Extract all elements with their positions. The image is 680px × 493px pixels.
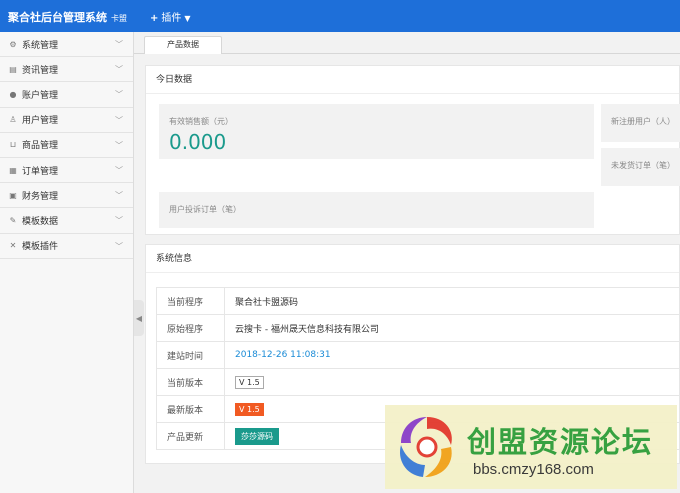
sidebar-item-system[interactable]: ⚙ 系统管理 ﹀ bbox=[0, 32, 133, 58]
sidebar-item-label: 订单管理 bbox=[22, 166, 59, 177]
sidebar-collapse-handle[interactable]: ◀ bbox=[134, 300, 144, 336]
sidebar-item-label: 资讯管理 bbox=[22, 65, 59, 76]
forum-logo-icon bbox=[399, 417, 452, 477]
chevron-down-icon: ﹀ bbox=[115, 140, 123, 150]
stat-label: 有效销售额（元） bbox=[169, 117, 233, 126]
chevron-down-icon: ﹀ bbox=[115, 165, 123, 175]
news-icon: ▤ bbox=[9, 64, 17, 74]
sidebar-item-label: 账户管理 bbox=[22, 90, 59, 101]
sidebar-item-goods[interactable]: ⊔ 商品管理 ﹀ bbox=[0, 133, 133, 158]
sidebar-item-label: 系统管理 bbox=[22, 40, 59, 51]
watermark-banner: 创盟资源论坛 bbs.cmzy168.com bbox=[385, 405, 677, 489]
table-row: 建站时间 2018-12-26 11:08:31 bbox=[156, 341, 680, 369]
stat-unshipped-orders: 未发货订单（笔） bbox=[601, 148, 680, 186]
sidebar-item-finance[interactable]: ▣ 财务管理 ﹀ bbox=[0, 183, 133, 209]
sidebar-item-label: 商品管理 bbox=[22, 141, 59, 152]
row-key: 原始程序 bbox=[156, 314, 225, 342]
sidebar-item-label: 模板插件 bbox=[22, 242, 59, 253]
chevron-down-icon: ﹀ bbox=[115, 216, 123, 226]
sidebar-item-label: 财务管理 bbox=[22, 191, 59, 202]
brand-name: 聚合社后台管理系统 bbox=[8, 11, 107, 24]
chevron-down-icon: ﹀ bbox=[115, 40, 123, 49]
table-row: 当前程序 聚合社卡盟源码 bbox=[156, 287, 680, 315]
latest-version-badge: V 1.5 bbox=[235, 402, 264, 416]
gear-icon: ⚙ bbox=[9, 39, 17, 49]
chevron-down-icon: ﹀ bbox=[115, 90, 123, 100]
chevron-left-icon: ◀ bbox=[135, 313, 143, 323]
panel-title: 今日数据 bbox=[146, 66, 679, 94]
row-value: 云搜卡 - 福州晟天信息科技有限公司 bbox=[224, 314, 680, 342]
user-icon: ● bbox=[9, 89, 17, 99]
stat-value: 0.000 bbox=[169, 130, 227, 154]
chevron-down-icon: ▼ bbox=[184, 14, 191, 23]
clipboard-icon: ▦ bbox=[9, 165, 17, 175]
cart-icon: ⊔ bbox=[9, 140, 17, 150]
sidebar-item-users[interactable]: ♙ 用户管理 ﹀ bbox=[0, 108, 133, 133]
table-row: 原始程序 云搜卡 - 福州晟天信息科技有限公司 bbox=[156, 314, 680, 342]
stat-complaint-orders: 用户投诉订单（笔） bbox=[159, 192, 594, 228]
chevron-down-icon: ﹀ bbox=[115, 115, 123, 125]
chevron-down-icon: ﹀ bbox=[115, 241, 123, 251]
table-row: 当前版本 V 1.5 bbox=[156, 368, 680, 396]
row-key: 产品更新 bbox=[156, 422, 225, 450]
watermark-title: 创盟资源论坛 bbox=[467, 425, 654, 459]
current-version-badge: V 1.5 bbox=[235, 375, 264, 389]
sidebar-item-orders[interactable]: ▦ 订单管理 ﹀ bbox=[0, 158, 133, 184]
row-value: 聚合社卡盟源码 bbox=[224, 287, 680, 315]
edit-icon: ✎ bbox=[9, 215, 17, 225]
row-key: 最新版本 bbox=[156, 395, 225, 423]
chevron-down-icon: ﹀ bbox=[115, 191, 123, 201]
sidebar-item-template-data[interactable]: ✎ 模板数据 ﹀ bbox=[0, 208, 133, 234]
stat-label: 未发货订单（笔） bbox=[611, 161, 675, 170]
product-update-button[interactable]: 莎莎源码 bbox=[235, 427, 279, 445]
top-navbar: 聚合社后台管理系统 卡盟 + 插件 ▼ bbox=[0, 0, 680, 32]
row-value: 2018-12-26 11:08:31 bbox=[224, 341, 680, 369]
build-time: 2018-12-26 11:08:31 bbox=[235, 350, 331, 360]
wallet-icon: ▣ bbox=[9, 190, 17, 200]
sidebar-item-label: 用户管理 bbox=[22, 116, 59, 127]
brand-subtitle: 卡盟 bbox=[111, 14, 127, 23]
row-value: V 1.5 bbox=[224, 368, 680, 396]
tab-product-data[interactable]: 产品数据 bbox=[144, 36, 222, 54]
stat-new-users: 新注册用户（人） bbox=[601, 104, 680, 142]
row-key: 当前版本 bbox=[156, 368, 225, 396]
sidebar-item-news[interactable]: ▤ 资讯管理 ﹀ bbox=[0, 57, 133, 83]
sidebar-item-label: 模板数据 bbox=[22, 216, 59, 227]
stat-label: 用户投诉订单（笔） bbox=[169, 205, 241, 214]
person-icon: ♙ bbox=[9, 115, 17, 125]
today-data-panel: 今日数据 有效销售额（元） 0.000 新注册用户（人） 未发货订单（笔） 用户… bbox=[145, 65, 680, 235]
watermark-url: bbs.cmzy168.com bbox=[473, 461, 594, 478]
row-key: 建站时间 bbox=[156, 341, 225, 369]
row-key: 当前程序 bbox=[156, 287, 225, 315]
sidebar: ⚙ 系统管理 ﹀ ▤ 资讯管理 ﹀ ● 账户管理 ﹀ ♙ 用户管理 ﹀ ⊔ 商品… bbox=[0, 32, 134, 493]
stat-sales: 有效销售额（元） 0.000 bbox=[159, 104, 594, 159]
stat-label: 新注册用户（人） bbox=[611, 117, 675, 126]
sidebar-item-account[interactable]: ● 账户管理 ﹀ bbox=[0, 82, 133, 108]
plugin-menu-button[interactable]: + 插件 ▼ bbox=[150, 9, 191, 24]
sidebar-item-template-plugin[interactable]: ✕ 模板插件 ﹀ bbox=[0, 234, 133, 259]
panel-title: 系统信息 bbox=[146, 245, 679, 273]
tab-bar: 产品数据 bbox=[134, 32, 680, 54]
tools-icon: ✕ bbox=[9, 241, 17, 251]
chevron-down-icon: ﹀ bbox=[115, 65, 123, 75]
plugin-menu-label: 插件 bbox=[161, 13, 182, 24]
plus-icon: + bbox=[150, 13, 159, 24]
brand-title: 聚合社后台管理系统 卡盟 bbox=[8, 9, 127, 25]
